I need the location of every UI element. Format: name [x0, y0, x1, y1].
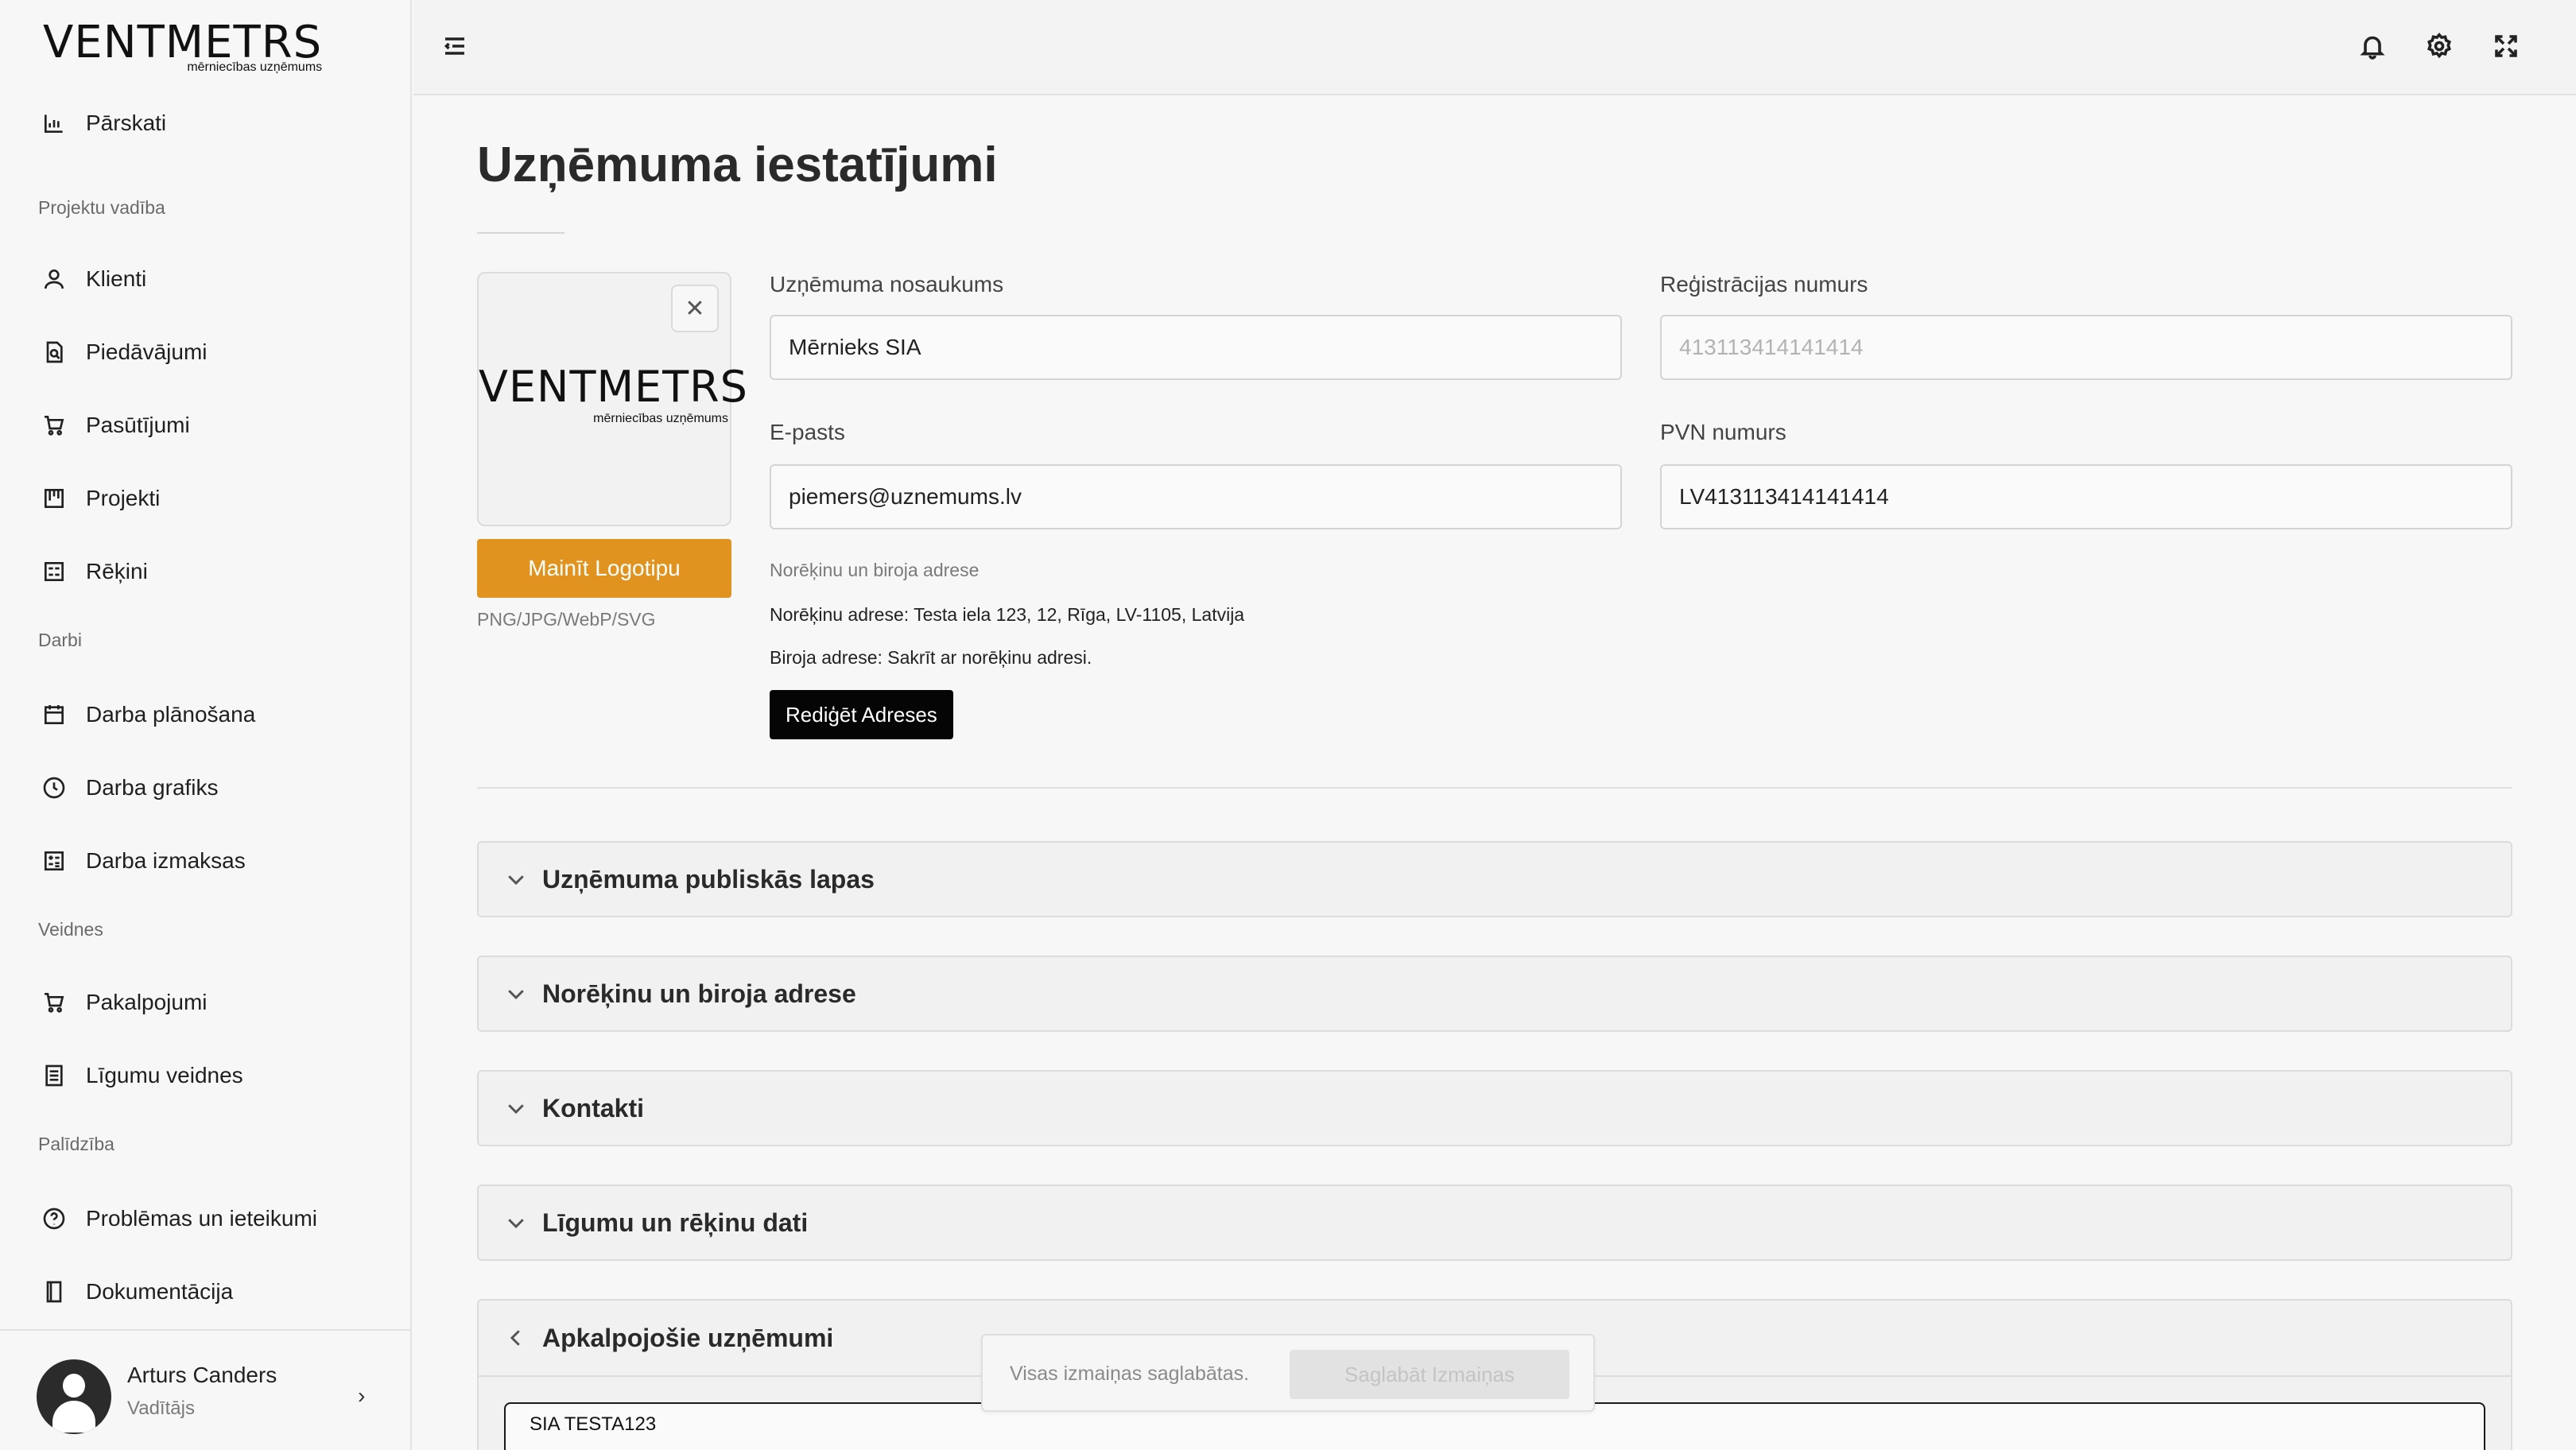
sidebar-item-clients[interactable]: Klienti [41, 259, 146, 299]
book-icon [46, 1281, 62, 1303]
sidebar-item-feedback[interactable]: Problēmas un ieteikumi [41, 1199, 317, 1239]
user-icon [45, 269, 64, 289]
company-logo-tagline: mērniecības uzņēmums [593, 412, 728, 425]
gear-icon[interactable] [2425, 32, 2454, 60]
cart-icon [45, 416, 64, 436]
sidebar-item-contract-templates[interactable]: Līgumu veidnes [41, 1056, 243, 1095]
save-status-text: Visas izmaiņas saglabātas. [1010, 1363, 1250, 1385]
accordion-public-pages[interactable]: Uzņēmuma publiskās lapas [477, 841, 2512, 917]
chevron-down-icon [508, 875, 524, 886]
chevron-down-icon [508, 1104, 524, 1115]
sidebar-item-orders[interactable]: Pasūtījumi [41, 405, 190, 445]
user-role: Vadītājs [127, 1398, 195, 1419]
save-button[interactable]: Saglabāt Izmaiņas [1290, 1350, 1569, 1399]
sidebar-item-offers[interactable]: Piedāvājumi [41, 332, 208, 372]
brand-name: VENTMETRS [43, 17, 323, 68]
sidebar: VENTMETRS mērniecības uzņēmums Pārskati … [0, 0, 412, 1450]
calendar-icon [45, 705, 64, 724]
sidebar-item-documentation[interactable]: Dokumentācija [41, 1272, 233, 1312]
sidebar-item-services[interactable]: Pakalpojumi [41, 983, 208, 1022]
accordion-title: Līgumu un rēķinu dati [542, 1208, 809, 1237]
vat-number-label: PVN numurs [1660, 420, 1787, 444]
reg-number-label: Reģistrācijas numurs [1660, 272, 1868, 297]
sidebar-item-work-planning[interactable]: Darba plānošana [41, 695, 255, 735]
chevron-down-icon [508, 990, 524, 1000]
company-logo-text: VENTMETRS [479, 362, 748, 412]
chevron-down-icon [508, 1219, 524, 1229]
vat-number-input[interactable] [1660, 464, 2512, 529]
sidebar-item-label: Dokumentācija [86, 1279, 234, 1304]
title-divider [477, 232, 564, 234]
avatar [37, 1359, 111, 1434]
change-logo-button[interactable]: Mainīt Logotipu [477, 539, 731, 598]
top-bar [413, 0, 2576, 95]
kanban-icon [45, 489, 64, 508]
sidebar-item-label: Darba grafiks [86, 775, 219, 800]
help-circle-icon [43, 1208, 65, 1230]
company-logo-preview: ✕ VENTMETRS mērniecības uzņēmums [477, 272, 747, 526]
accordion-title: Norēķinu un biroja adrese [542, 979, 856, 1008]
sidebar-item-label: Klienti [86, 266, 147, 291]
close-icon: ✕ [685, 295, 705, 322]
sidebar-item-label: Piedāvājumi [86, 339, 208, 364]
sidebar-item-label: Līgumu veidnes [86, 1063, 243, 1088]
sidebar-item-label: Pakalpojumi [86, 990, 208, 1014]
list-document-icon [45, 1064, 63, 1087]
nav-section-templates: Veidnes [38, 919, 103, 940]
email-field[interactable] [770, 464, 1622, 529]
accordion-contacts[interactable]: Kontakti [477, 1070, 2512, 1146]
sidebar-item-invoices[interactable]: Rēķini [41, 552, 148, 591]
edit-addresses-button[interactable]: Rediģēt Adreses [770, 690, 953, 739]
accordion-contract-invoice-data[interactable]: Līgumu un rēķinu dati [477, 1184, 2512, 1261]
chevron-left-icon [510, 1330, 520, 1346]
sidebar-item-reports[interactable]: Pārskati [41, 103, 166, 143]
bell-icon[interactable] [2358, 32, 2387, 60]
email-label: E-pasts [770, 420, 845, 444]
billing-address-text: Norēķinu adrese: Testa iela 123, 12, Rīg… [770, 604, 1245, 625]
sidebar-item-label: Darba plānošana [86, 702, 256, 727]
chevron-right-icon: › [358, 1383, 366, 1408]
sidebar-item-work-schedule[interactable]: Darba grafiks [41, 768, 219, 808]
invoice-icon [45, 562, 64, 581]
sidebar-item-work-costs[interactable]: Darba izmaksas [41, 841, 246, 881]
accordion-title: Uzņēmuma publiskās lapas [542, 864, 875, 894]
calculator-icon [45, 851, 64, 870]
save-changes-bar: Visas izmaiņas saglabātas. Saglabāt Izma… [981, 1334, 1595, 1412]
office-address-text: Biroja adrese: Sakrīt ar norēķinu adresi… [770, 647, 1092, 668]
page-title: Uzņēmuma iestatījumi [477, 138, 998, 192]
nav-section-work: Darbi [38, 630, 82, 650]
sidebar-item-projects[interactable]: Projekti [41, 479, 160, 518]
accordion-title: Kontakti [542, 1093, 644, 1122]
company-name-label: Uzņēmuma nosaukums [770, 272, 1004, 297]
company-name-input[interactable] [770, 315, 1622, 380]
brand-logo[interactable]: VENTMETRS mērniecības uzņēmums [43, 17, 323, 75]
sidebar-item-label: Projekti [86, 486, 161, 510]
bar-chart-icon [45, 114, 63, 133]
cart-icon [45, 993, 64, 1013]
sidebar-item-label: Problēmas un ieteikumi [86, 1206, 318, 1231]
user-profile-card[interactable]: Arturs Canders Vadītājs › [0, 1329, 412, 1450]
logo-formats-hint: PNG/JPG/WebP/SVG [477, 609, 656, 630]
sidebar-item-label: Rēķini [86, 559, 148, 583]
user-name: Arturs Canders [127, 1363, 277, 1387]
reg-number-input[interactable] [1660, 315, 2512, 380]
sidebar-item-label: Darba izmaksas [86, 848, 246, 873]
fullscreen-icon[interactable] [2492, 32, 2520, 60]
collapse-menu-icon[interactable] [440, 32, 469, 60]
accordion-billing-address[interactable]: Norēķinu un biroja adrese [477, 956, 2512, 1032]
section-divider [477, 787, 2512, 789]
sidebar-item-label: Pasūtījumi [86, 413, 190, 437]
clock-icon [43, 777, 65, 799]
remove-logo-button[interactable]: ✕ [671, 285, 719, 332]
brand-tagline: mērniecības uzņēmums [187, 60, 323, 74]
address-section-label: Norēķinu un biroja adrese [770, 560, 980, 580]
document-search-icon [46, 341, 63, 363]
nav-section-projects: Projektu vadība [38, 197, 165, 218]
accordion-title: Apkalpojošie uzņēmumi [542, 1323, 834, 1352]
nav-section-help: Palīdzība [38, 1134, 114, 1154]
sidebar-item-label: Pārskati [86, 110, 167, 135]
